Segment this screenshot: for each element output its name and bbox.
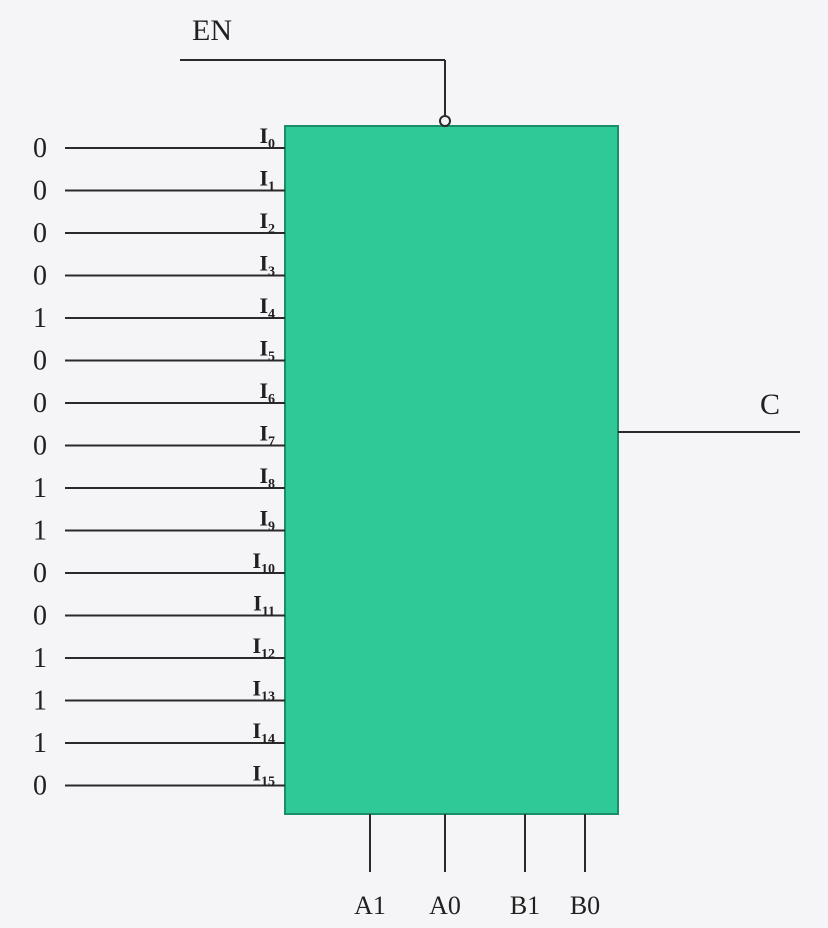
output-label: C [760, 388, 780, 421]
input-pin-label-0: I0 [259, 123, 275, 152]
enable-label: EN [192, 14, 232, 47]
enable-bubble [440, 116, 450, 126]
input-pin-label-15: I15 [252, 761, 275, 790]
input-value-13: 1 [33, 686, 47, 717]
input-pin-label-12: I12 [252, 633, 275, 662]
input-value-0: 0 [33, 133, 47, 164]
input-value-1: 0 [33, 176, 47, 207]
input-pin-label-2: I2 [259, 208, 275, 237]
select-label-3: B0 [570, 891, 600, 920]
input-pin-label-8: I8 [259, 463, 275, 492]
input-value-14: 1 [33, 728, 47, 759]
input-value-12: 1 [33, 643, 47, 674]
input-value-5: 0 [33, 346, 47, 377]
input-pin-label-4: I4 [259, 293, 275, 322]
select-label-0: A1 [354, 891, 386, 920]
input-pin-label-13: I13 [252, 676, 275, 705]
input-value-10: 0 [33, 558, 47, 589]
input-pin-label-5: I5 [259, 336, 275, 365]
input-value-7: 0 [33, 431, 47, 462]
input-value-9: 1 [33, 516, 47, 547]
input-value-4: 1 [33, 303, 47, 334]
input-value-8: 1 [33, 473, 47, 504]
select-label-2: B1 [510, 891, 540, 920]
input-value-15: 0 [33, 771, 47, 802]
input-value-3: 0 [33, 261, 47, 292]
input-pin-label-1: I1 [259, 166, 275, 195]
input-pin-label-7: I7 [259, 421, 275, 450]
input-pin-label-14: I14 [252, 718, 275, 747]
input-pin-label-11: I11 [253, 591, 275, 620]
input-value-11: 0 [33, 601, 47, 632]
input-pin-label-10: I10 [252, 548, 275, 577]
input-value-2: 0 [33, 218, 47, 249]
select-label-1: A0 [429, 891, 461, 920]
input-value-6: 0 [33, 388, 47, 419]
input-pin-label-9: I9 [259, 506, 275, 535]
input-pin-label-3: I3 [259, 251, 275, 280]
mux-body [285, 126, 618, 814]
multiplexer-diagram: EN0I00I10I20I31I40I50I60I71I81I90I100I11… [0, 0, 828, 928]
input-pin-label-6: I6 [259, 378, 275, 407]
